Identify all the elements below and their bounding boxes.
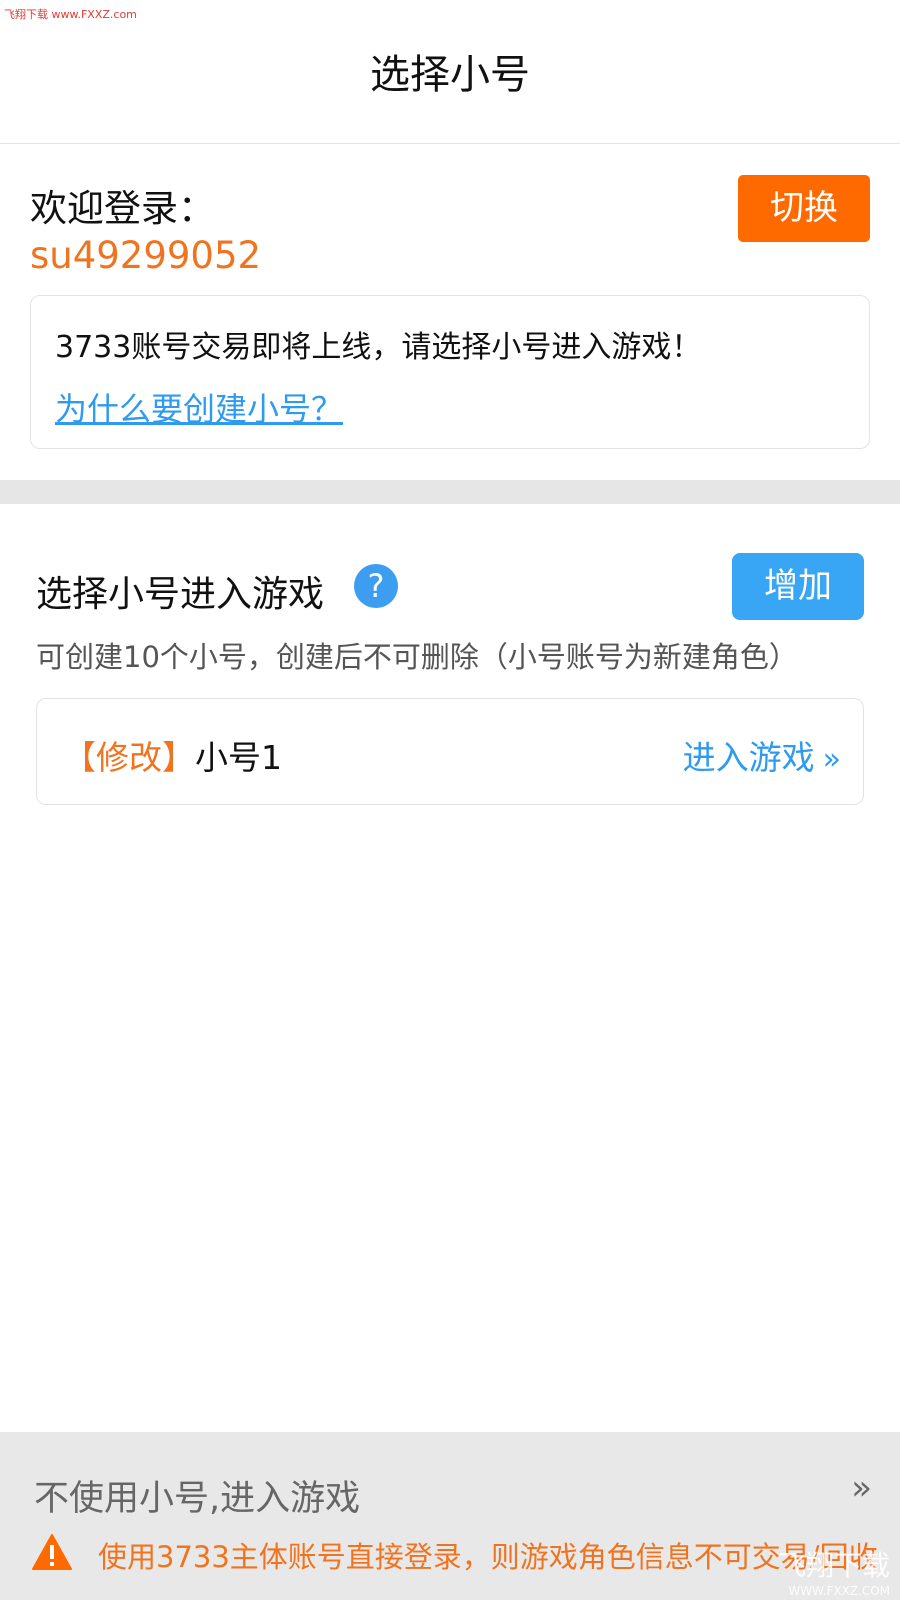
why-create-sub-link[interactable]: 为什么要创建小号？ [55, 384, 343, 430]
warning-triangle-icon [32, 1534, 72, 1570]
enter-game-link[interactable]: 进入游戏» [683, 731, 841, 779]
section-divider [0, 480, 900, 504]
double-chevron-right-icon[interactable]: » [851, 1468, 872, 1508]
question-circle-icon[interactable]: ? [354, 564, 398, 608]
enter-game-label: 进入游戏 [682, 738, 815, 777]
sub-account-row[interactable]: 【修改】 小号1 进入游戏» [36, 698, 864, 805]
watermark-url: WWW.FXXZ.COM [788, 1584, 890, 1598]
modify-sub-account-link[interactable]: 【修改】 [63, 731, 195, 779]
section-title: 选择小号进入游戏 [36, 574, 325, 615]
notice-box: 3733账号交易即将上线，请选择小号进入游戏！ 为什么要创建小号？ [30, 295, 870, 449]
header: 选择小号 [0, 0, 900, 144]
sub-account-name: 小号1 [195, 738, 282, 777]
welcome-label: 欢迎登录： [30, 187, 215, 230]
page-title: 选择小号 [370, 52, 530, 98]
no-sub-enter-game-link[interactable]: 不使用小号,进入游戏 [34, 1470, 360, 1521]
username: su49299052 [30, 234, 262, 277]
section-subtitle: 可创建10个小号，创建后不可删除（小号账号为新建角色） [36, 640, 798, 674]
watermark-brand: 飞翔下载 [777, 1549, 890, 1582]
double-chevron-right-icon: » [822, 742, 841, 777]
switch-account-button[interactable]: 切换 [738, 175, 870, 242]
notice-text: 3733账号交易即将上线，请选择小号进入游戏！ [55, 330, 702, 365]
add-sub-account-button[interactable]: 增加 [732, 553, 864, 620]
watermark-bottom: 飞翔下载 WWW.FXXZ.COM [730, 1544, 890, 1598]
